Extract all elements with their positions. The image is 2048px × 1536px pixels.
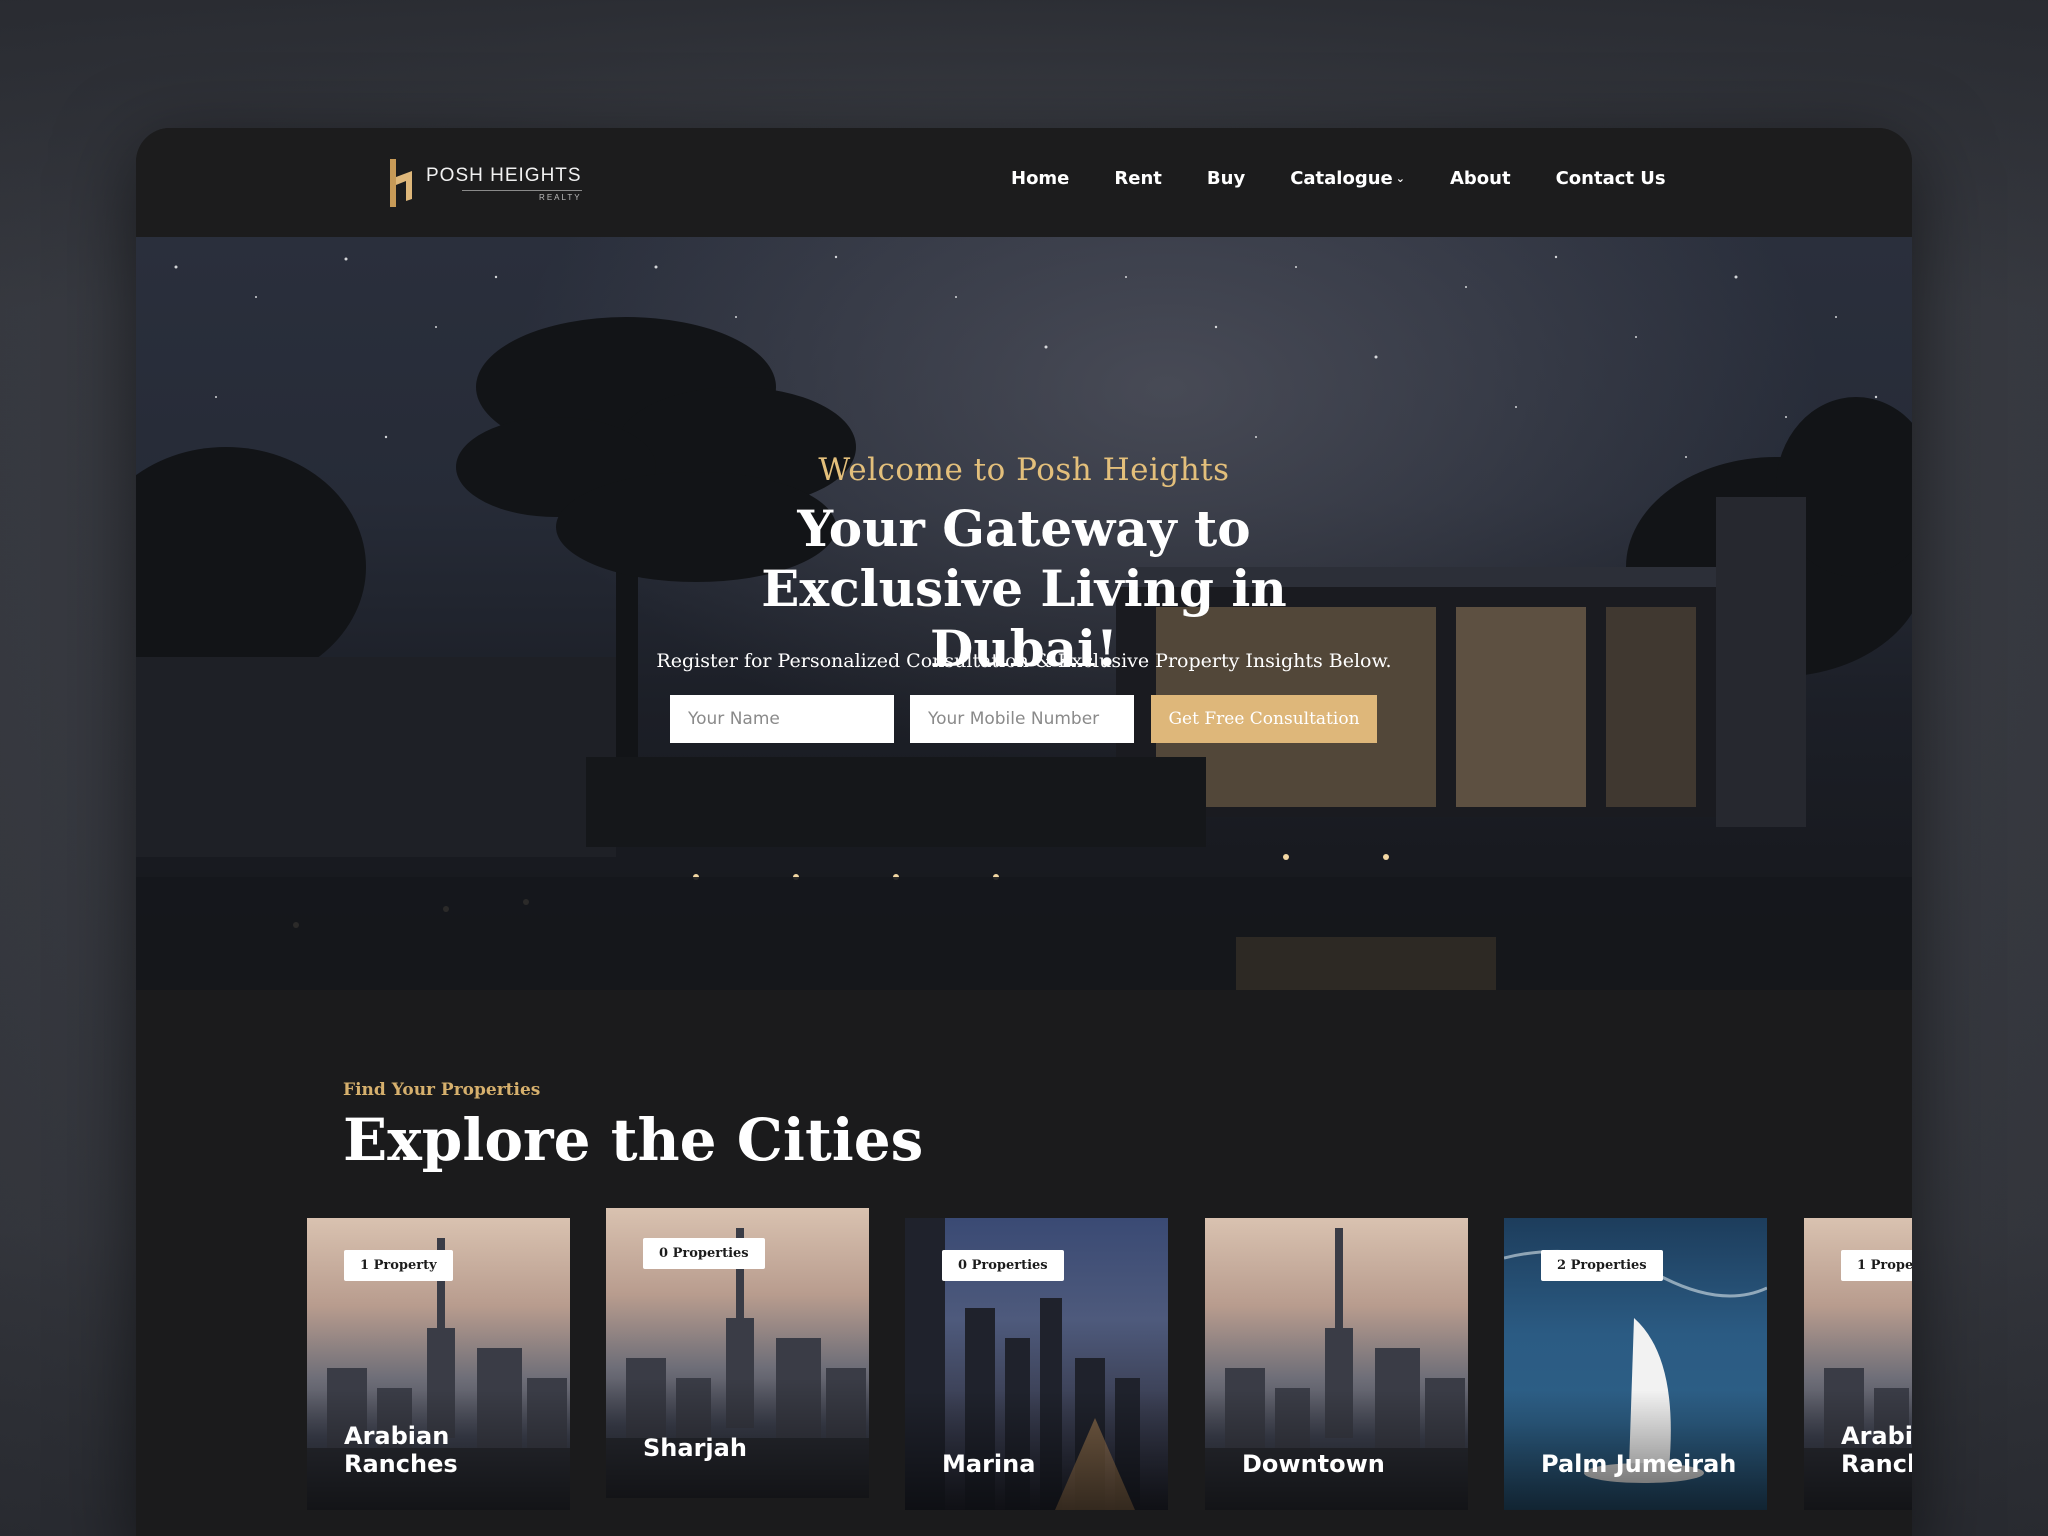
city-card-arabian-ranches-2[interactable]: 1 Property Arabian Ranches (1804, 1218, 1912, 1510)
city-card-marina[interactable]: 0 Properties Marina (905, 1218, 1168, 1510)
nav-about[interactable]: About (1450, 168, 1511, 189)
top-navigation: POSH HEIGHTS REALTY Home Rent Buy Catalo… (136, 128, 1912, 237)
get-free-consultation-button[interactable]: Get Free Consultation (1151, 695, 1377, 743)
hero-eyebrow: Welcome to Posh Heights (818, 452, 1230, 488)
consultation-form: Get Free Consultation (670, 695, 1377, 743)
property-count-badge: 2 Properties (1541, 1250, 1663, 1281)
city-card-palm-jumeirah[interactable]: 2 Properties Palm Jumeirah (1504, 1218, 1767, 1510)
property-count-badge: 0 Properties (942, 1250, 1064, 1281)
cities-eyebrow: Find Your Properties (343, 1080, 541, 1100)
chevron-down-icon: ⌄ (1395, 172, 1405, 185)
hero-section: Welcome to Posh Heights Your Gateway to … (136, 237, 1912, 990)
city-name: Marina (942, 1450, 1036, 1478)
brand-name: POSH HEIGHTS (426, 164, 582, 186)
nav-catalogue-label: Catalogue (1290, 168, 1393, 189)
city-name: Downtown (1242, 1450, 1385, 1478)
city-card-sharjah[interactable]: 0 Properties Sharjah (606, 1208, 869, 1498)
nav-home[interactable]: Home (1011, 168, 1069, 189)
hero-content: Welcome to Posh Heights Your Gateway to … (136, 237, 1912, 990)
brand-logo[interactable]: POSH HEIGHTS REALTY (388, 156, 582, 210)
mobile-number-input[interactable] (910, 695, 1134, 743)
logo-mark-icon (390, 159, 412, 207)
nav-contact-us[interactable]: Contact Us (1556, 168, 1666, 189)
name-input[interactable] (670, 695, 894, 743)
city-name: Sharjah (643, 1434, 747, 1462)
brand-subtitle: REALTY (461, 189, 582, 202)
city-card-downtown[interactable]: Downtown (1205, 1218, 1468, 1510)
city-card-arabian-ranches[interactable]: 1 Property Arabian Ranches (307, 1218, 570, 1510)
property-count-badge: 1 Property (1841, 1250, 1912, 1281)
city-name: Arabian Ranches (344, 1422, 458, 1478)
property-count-badge: 1 Property (344, 1250, 453, 1281)
nav-catalogue[interactable]: Catalogue ⌄ (1290, 168, 1405, 189)
property-count-badge: 0 Properties (643, 1238, 765, 1269)
browser-frame: POSH HEIGHTS REALTY Home Rent Buy Catalo… (136, 128, 1912, 1536)
city-name: Palm Jumeirah (1541, 1450, 1737, 1478)
nav-buy[interactable]: Buy (1207, 168, 1245, 189)
city-name: Arabian Ranches (1841, 1422, 1912, 1478)
nav-rent[interactable]: Rent (1114, 168, 1162, 189)
cities-title: Explore the Cities (343, 1106, 924, 1174)
hero-subtitle: Register for Personalized Consultation &… (656, 650, 1392, 672)
city-cards-carousel: 1 Property Arabian Ranches 0 Properties … (307, 1208, 1912, 1536)
main-menu: Home Rent Buy Catalogue ⌄ About Contact U… (1011, 168, 1711, 189)
